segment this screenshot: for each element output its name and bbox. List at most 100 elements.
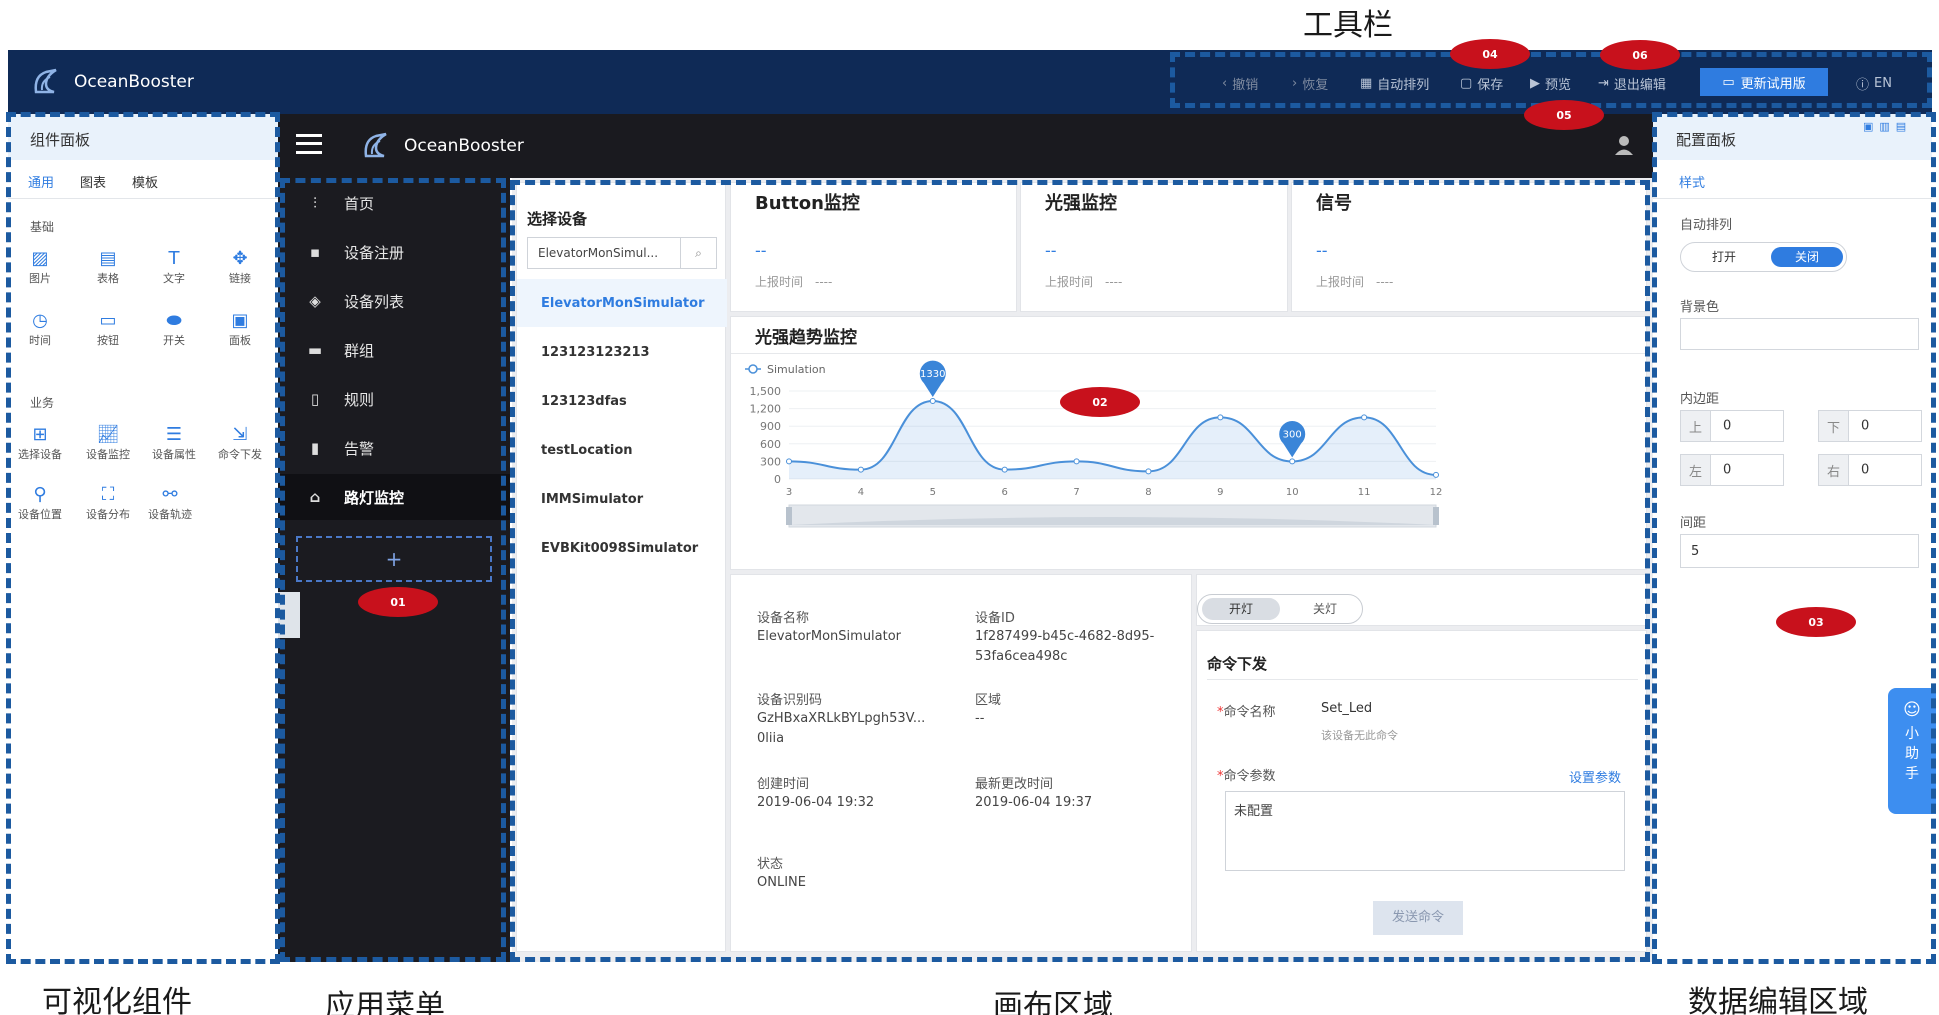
padding-label: 内边距 bbox=[1680, 392, 1720, 407]
component-button[interactable]: ▭ 按钮 bbox=[78, 310, 138, 348]
device-item[interactable]: testLocation bbox=[517, 426, 727, 474]
padding-bottom-input[interactable]: 下0 bbox=[1818, 410, 1922, 442]
play-icon: ▶ bbox=[1530, 76, 1540, 91]
bg-color-label: 背景色 bbox=[1680, 300, 1720, 315]
tab-general[interactable]: 通用 bbox=[28, 172, 54, 191]
component-command[interactable]: ⇲ 命令下发 bbox=[210, 424, 270, 462]
device-item[interactable]: IMMSimulator bbox=[517, 475, 727, 523]
save-button[interactable]: ▢ 保存 bbox=[1460, 74, 1503, 93]
search-icon[interactable]: ⌕ bbox=[680, 238, 716, 268]
topbar-logo: OceanBooster bbox=[30, 64, 194, 100]
series-point bbox=[1289, 458, 1296, 465]
auto-off-option[interactable]: 关闭 bbox=[1771, 247, 1843, 267]
padding-left-input[interactable]: 左0 bbox=[1680, 454, 1784, 486]
x-tick-label: 5 bbox=[930, 487, 936, 498]
preview-button[interactable]: ▶ 预览 bbox=[1530, 74, 1571, 93]
alarm-icon: ▮ bbox=[310, 439, 320, 457]
help-icon: ⓘ bbox=[1856, 78, 1870, 93]
tab-charts[interactable]: 图表 bbox=[80, 172, 106, 191]
auto-arrange-switch[interactable]: 打开 关闭 bbox=[1680, 242, 1847, 272]
light-off-option[interactable]: 关灯 bbox=[1290, 598, 1360, 620]
device-item[interactable]: 123123123213 bbox=[517, 328, 727, 376]
tab-style[interactable]: 样式 bbox=[1679, 172, 1705, 191]
trend-title: 光强趋势监控 bbox=[755, 328, 857, 348]
monitor-icon: ▭ bbox=[1722, 74, 1735, 90]
menu-item-group[interactable]: ▬ 群组 bbox=[278, 327, 510, 373]
user-icon[interactable] bbox=[1613, 134, 1635, 156]
app-brand: OceanBooster bbox=[404, 136, 524, 156]
auto-arrange-button[interactable]: ▦ 自动排列 bbox=[1360, 74, 1429, 93]
panel-layout-icons[interactable]: ▣▥▤ bbox=[1863, 120, 1912, 133]
trial-button[interactable]: ▭ 更新试用版 bbox=[1700, 68, 1828, 96]
assistant-button[interactable]: ☺ 小助手 bbox=[1888, 688, 1936, 814]
x-tick-label: 6 bbox=[1001, 487, 1007, 498]
badge-03: 03 bbox=[1776, 607, 1856, 637]
badge-01: 01 bbox=[358, 587, 438, 617]
exit-edit-button[interactable]: ⇥ 退出编辑 bbox=[1598, 74, 1666, 93]
light-toggle[interactable]: 开灯 关灯 bbox=[1197, 594, 1363, 624]
command-name-hint: 该设备无此命令 bbox=[1321, 729, 1398, 742]
set-param-link[interactable]: 设置参数 bbox=[1569, 767, 1621, 786]
badge-06: 06 bbox=[1600, 40, 1680, 70]
menu-item-home[interactable]: ⫶ 首页 bbox=[278, 180, 510, 226]
menu-item-device-register[interactable]: ▪ 设备注册 bbox=[278, 229, 510, 275]
add-menu-button[interactable]: + bbox=[296, 536, 492, 582]
light-on-option[interactable]: 开灯 bbox=[1202, 598, 1280, 620]
component-image[interactable]: ▨ 图片 bbox=[10, 248, 70, 286]
language-button[interactable]: ⓘ EN bbox=[1856, 74, 1892, 93]
auto-arrange-label: 自动排列 bbox=[1680, 218, 1733, 233]
select-device-icon: ⊞ bbox=[32, 424, 48, 445]
tab-templates[interactable]: 模板 bbox=[132, 172, 158, 191]
command-param-textarea[interactable]: 未配置 bbox=[1225, 791, 1625, 871]
command-name-value[interactable]: Set_Led bbox=[1321, 701, 1372, 716]
trend-chart: Simulation 0 300 600 900 1,200 1,500 3 4 5 6 7 8 9 10 1… bbox=[745, 360, 1442, 528]
clock-icon: ◷ bbox=[32, 310, 48, 331]
device-select-card: 选择设备 ElevatorMonSimul... ⌕ ElevatorMonSi… bbox=[516, 182, 727, 952]
collapse-handle[interactable] bbox=[278, 592, 300, 638]
badge-05: 05 bbox=[1524, 100, 1604, 130]
auto-on-option[interactable]: 打开 bbox=[1689, 247, 1759, 267]
component-panel-title: 组件面板 bbox=[8, 114, 278, 160]
padding-top-input[interactable]: 上0 bbox=[1680, 410, 1784, 442]
device-item[interactable]: 123123dfas bbox=[517, 377, 727, 425]
bg-color-input[interactable] bbox=[1680, 318, 1919, 350]
menu-item-device-list[interactable]: ◈ 设备列表 bbox=[278, 278, 510, 324]
redo-button[interactable]: › 恢复 bbox=[1292, 74, 1328, 93]
command-icon: ⇲ bbox=[232, 424, 248, 445]
device-search-input[interactable]: ElevatorMonSimul... ⌕ bbox=[527, 237, 717, 269]
component-device-distribution[interactable]: ⛶ 设备分布 bbox=[78, 484, 138, 522]
y-tick-label: 0 bbox=[774, 473, 781, 486]
route-icon: ⚯ bbox=[162, 484, 178, 505]
chevron-left-icon: ‹ bbox=[1222, 76, 1228, 91]
component-device-location[interactable]: ⚲ 设备位置 bbox=[10, 484, 70, 522]
gap-input[interactable]: 5 bbox=[1680, 534, 1919, 568]
series-point bbox=[1433, 471, 1439, 478]
component-panel-item[interactable]: ▣ 面板 bbox=[210, 310, 270, 348]
device-item[interactable]: EVBKit0098Simulator bbox=[517, 524, 727, 572]
device-item[interactable]: ElevatorMonSimulator bbox=[517, 279, 727, 327]
component-device-monitor[interactable]: 📈︎ 设备监控 bbox=[78, 424, 138, 462]
component-switch[interactable]: ⬬ 开关 bbox=[144, 310, 204, 348]
menu-item-streetlight[interactable]: ⌂ 路灯监控 bbox=[278, 474, 510, 520]
legend-marker bbox=[748, 364, 758, 374]
undo-button[interactable]: ‹ 撤销 bbox=[1222, 74, 1258, 93]
series-point bbox=[1145, 468, 1152, 475]
component-select-device[interactable]: ⊞ 选择设备 bbox=[10, 424, 70, 462]
component-device-track[interactable]: ⚯ 设备轨迹 bbox=[140, 484, 200, 522]
padding-right-input[interactable]: 右0 bbox=[1818, 454, 1922, 486]
send-command-button[interactable]: 发送命令 bbox=[1373, 901, 1463, 935]
folder-icon: ▬ bbox=[307, 341, 323, 359]
component-text[interactable]: T 文字 bbox=[144, 248, 204, 286]
component-link[interactable]: ✥ 链接 bbox=[210, 248, 270, 286]
hamburger-menu-icon[interactable] bbox=[296, 134, 322, 154]
component-table[interactable]: ▤ 表格 bbox=[78, 248, 138, 286]
y-tick-label: 1,500 bbox=[750, 385, 782, 398]
gap-label: 间距 bbox=[1680, 516, 1707, 531]
chart-icon: ⫶ bbox=[313, 194, 317, 212]
canvas-area: 选择设备 ElevatorMonSimul... ⌕ ElevatorMonSi… bbox=[512, 178, 1653, 962]
series-point bbox=[1073, 458, 1080, 465]
menu-item-rule[interactable]: ▯ 规则 bbox=[278, 376, 510, 422]
menu-item-alarm[interactable]: ▮ 告警 bbox=[278, 425, 510, 471]
component-device-property[interactable]: ☰ 设备属性 bbox=[144, 424, 204, 462]
component-time[interactable]: ◷ 时间 bbox=[10, 310, 70, 348]
